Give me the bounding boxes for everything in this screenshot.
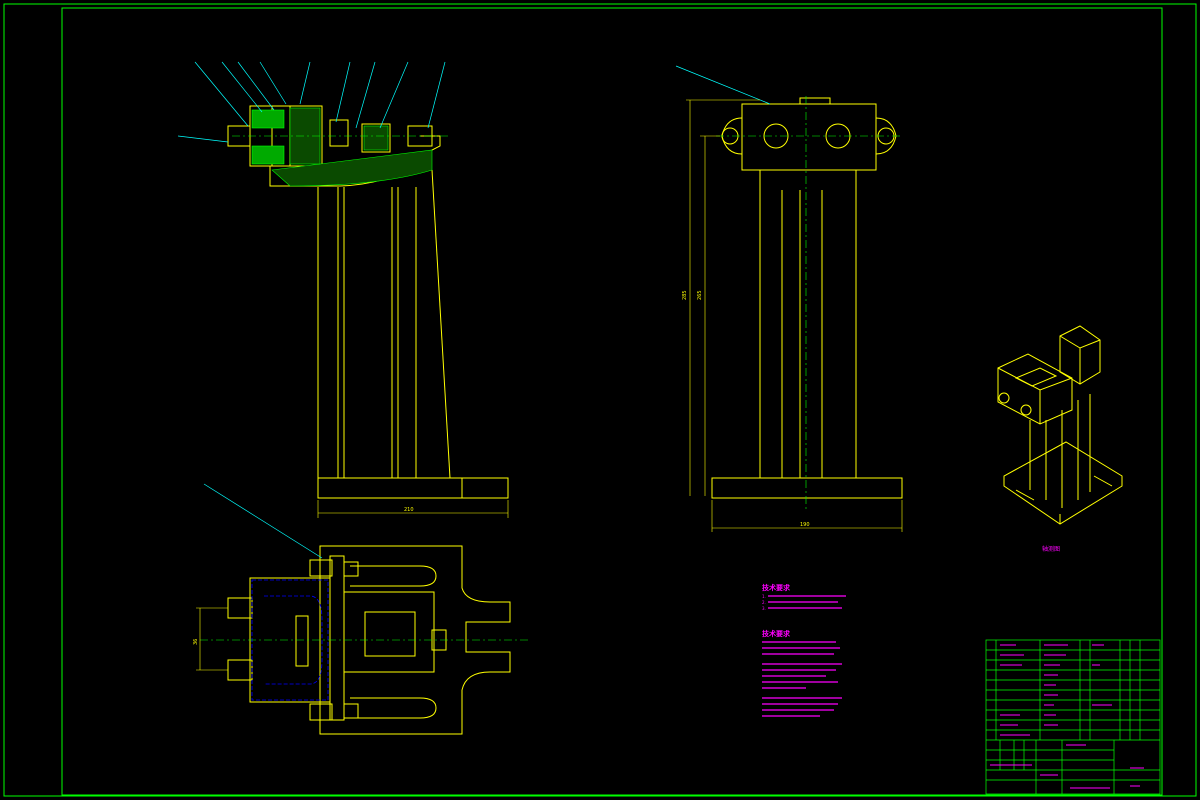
notes-title-1: 技术要求	[762, 583, 791, 592]
side-height-outer-text: 285	[682, 290, 688, 300]
side-view	[711, 97, 903, 499]
side-height-inner-text: 265	[697, 290, 703, 300]
notes-title-2: 技术要求	[762, 629, 791, 638]
notes-2-text-block	[762, 641, 842, 717]
plan-height-text: 36	[193, 639, 199, 645]
title-block-text-marks	[990, 644, 1144, 789]
side-leader	[675, 65, 771, 105]
isometric-view	[997, 325, 1123, 525]
notes-1-line-2: 2.	[762, 600, 766, 605]
technical-notes: 技术要求 1. 2. 3. 技术要求	[762, 583, 846, 717]
title-block	[985, 639, 1161, 795]
plan-height-dimension	[196, 607, 228, 671]
iso-caption: 轴测图	[1042, 545, 1060, 553]
cad-drawing-canvas: 210 285 265 190 36 轴测图 技术要求 1. 2. 3. 技术要…	[3, 3, 1197, 797]
inner-border	[61, 7, 1163, 796]
outer-border	[3, 3, 1197, 797]
notes-1-line-1: 1.	[762, 594, 766, 599]
notes-1-line-3: 3.	[762, 606, 766, 611]
plan-leader	[203, 483, 323, 559]
front-width-text: 210	[404, 507, 414, 513]
side-width-text: 190	[800, 522, 810, 528]
notes-1-text-block	[768, 595, 846, 609]
